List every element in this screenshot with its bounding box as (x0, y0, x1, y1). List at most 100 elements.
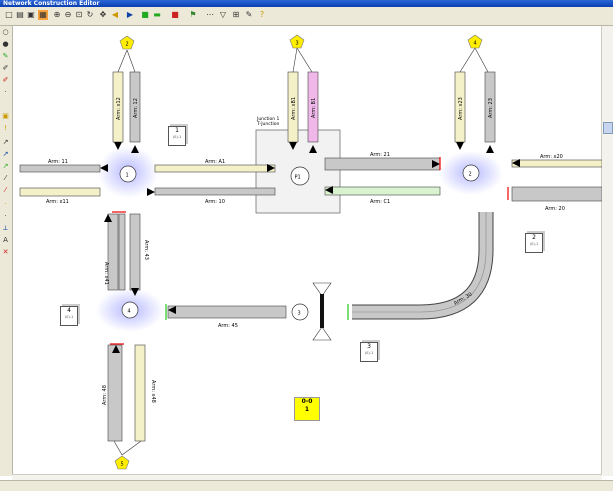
zoom-out-icon[interactable]: ⊖ (63, 10, 73, 20)
open-icon[interactable]: ▤ (15, 10, 25, 20)
node-3[interactable]: 3 (291, 303, 309, 321)
draw-tool-icon[interactable]: ⁄ (1, 174, 10, 183)
refresh-icon[interactable]: ↻ (85, 10, 95, 20)
cycle-clock[interactable]: 0-0 1 (294, 397, 320, 421)
point-tool-icon[interactable]: · (1, 88, 10, 97)
svg-text:4: 4 (128, 309, 131, 315)
arm-x11[interactable]: Arm: x11 (19, 187, 101, 205)
svg-text:Arm: 12: Arm: 12 (133, 98, 139, 118)
zoom-fit-icon[interactable]: ⊡ (74, 10, 84, 20)
arm-43[interactable]: Arm: 43 (129, 213, 149, 291)
svg-text:Arm: x23: Arm: x23 (458, 97, 464, 120)
delete-tool-icon[interactable]: ✕ (1, 248, 10, 257)
arm-xB1[interactable]: Arm: xB1 (287, 71, 299, 143)
node-tool-icon[interactable]: ● (1, 40, 10, 49)
svg-text:Arm: 11: Arm: 11 (48, 159, 68, 165)
node-4[interactable]: 4 (121, 301, 139, 319)
brush-tool-icon[interactable]: ✐ (1, 64, 10, 73)
arm-23[interactable]: Arm: 23 (484, 71, 496, 143)
svg-text:Arm: x41: Arm: x41 (103, 262, 109, 285)
yield-tool-icon[interactable]: · (1, 200, 10, 209)
svg-text:2: 2 (126, 42, 129, 48)
save-icon[interactable]: ▣ (26, 10, 36, 20)
arrow-right-icon[interactable]: ▶ (125, 10, 135, 20)
zone-3[interactable]: 3 (0)-1 (360, 342, 378, 362)
svg-text:P1: P1 (295, 175, 301, 181)
tool-icon[interactable]: ✎ (244, 10, 254, 20)
arm-x41[interactable]: Arm: x41 (103, 213, 126, 291)
svg-text:Arm: x11: Arm: x11 (46, 199, 69, 205)
pen-tool-icon[interactable]: ✎ (1, 52, 10, 61)
toolbar: □ ▤ ▣ ▦ ⊕ ⊖ ⊡ ↻ ✥ ◀ ▶ ■ ▬ ■ ⚑ ⋯ ▽ ⊞ ✎ ? (0, 7, 613, 26)
svg-text:Arm: C1: Arm: C1 (370, 199, 390, 205)
select-tool-icon[interactable]: ○ (1, 28, 10, 37)
zone-4[interactable]: 4 (0)-1 (60, 306, 78, 326)
pentagon-bottom[interactable]: 5 (114, 455, 130, 470)
svg-text:Arm: 21: Arm: 21 (370, 152, 390, 158)
arm-x48[interactable]: Arm: x48 (134, 344, 156, 442)
node-1[interactable]: 1 (119, 165, 137, 183)
signal-tool-icon[interactable]: ▣ (1, 112, 10, 121)
line-icon[interactable]: ⋯ (205, 10, 215, 20)
color-red-icon[interactable]: ■ (170, 10, 180, 20)
mark-tool-icon[interactable]: · (1, 212, 10, 221)
arm-20[interactable]: Arm: 20 (511, 186, 602, 212)
grid-icon[interactable]: ⊞ (231, 10, 241, 20)
pentagon-top-3[interactable]: 4 (467, 34, 483, 49)
svg-text:Arm: 10: Arm: 10 (205, 199, 225, 205)
link-tool-icon[interactable]: ↗ (1, 150, 10, 159)
filter-icon[interactable]: ▽ (218, 10, 228, 20)
svg-text:Arm: B1: Arm: B1 (311, 98, 317, 118)
node-2[interactable]: 2 (462, 164, 480, 182)
help-icon[interactable]: ? (257, 10, 267, 20)
text-tool-icon[interactable]: A (1, 236, 10, 245)
arm-11[interactable]: Arm: 11 (19, 159, 101, 173)
svg-text:Arm: 48: Arm: 48 (102, 385, 108, 405)
arm-B1[interactable]: Arm: B1 (307, 71, 319, 143)
scroll-thumb[interactable] (603, 122, 613, 134)
flag-icon[interactable]: ⚑ (188, 10, 198, 20)
stop-tool-icon[interactable]: ⁄ (1, 186, 10, 195)
new-icon[interactable]: □ (4, 10, 14, 20)
arm-12[interactable]: Arm: 12 (129, 71, 141, 143)
pan-icon[interactable]: ✥ (98, 10, 108, 20)
warning-tool-icon[interactable]: ! (1, 124, 10, 133)
zone-2[interactable]: 2 (0)-1 (525, 233, 543, 253)
arm-C1[interactable]: Arm: C1 (324, 186, 441, 205)
zoom-in-icon[interactable]: ⊕ (52, 10, 62, 20)
marker-tool-icon[interactable]: ✐ (1, 76, 10, 85)
arm-tool-icon[interactable]: ↗ (1, 138, 10, 147)
zone-1[interactable]: 1 (0)-1 (168, 126, 186, 146)
svg-text:Arm: 23: Arm: 23 (488, 98, 494, 118)
title-bar: Network Construction Editor (0, 0, 613, 7)
arm-45[interactable]: Arm: 45 (167, 305, 287, 329)
svg-text:4: 4 (474, 41, 477, 47)
svg-text:Arm: x12: Arm: x12 (116, 97, 122, 120)
arm-21[interactable]: Arm: 21 (324, 152, 441, 171)
svg-text:5: 5 (121, 462, 124, 468)
svg-text:Arm: x20: Arm: x20 (540, 154, 563, 160)
pentagon-top-1[interactable]: 2 (119, 35, 135, 50)
svg-text:2: 2 (469, 172, 472, 178)
svg-text:Arm: x48: Arm: x48 (150, 380, 156, 403)
node-p1[interactable]: P1 (290, 166, 310, 186)
pentagon-top-2[interactable]: 3 (289, 34, 305, 49)
print-icon[interactable]: ▦ (38, 10, 48, 20)
color-green-icon[interactable]: ■ (140, 10, 150, 20)
arm-30[interactable]: Arm: 30 (352, 212, 494, 320)
color-green2-icon[interactable]: ▬ (152, 10, 162, 20)
arm-x23[interactable]: Arm: x23 (454, 71, 466, 143)
arm-x20[interactable]: Arm: x20 (511, 154, 602, 168)
lane-tool-icon[interactable]: ↗ (1, 162, 10, 171)
signal-head[interactable] (312, 282, 332, 341)
svg-text:Arm: A1: Arm: A1 (205, 159, 225, 165)
arm-48[interactable]: Arm: 48 (102, 344, 123, 442)
svg-text:Arm: xB1: Arm: xB1 (291, 97, 297, 120)
svg-text:Arm: 45: Arm: 45 (218, 323, 238, 329)
measure-tool-icon[interactable]: ⟂ (1, 224, 10, 233)
vertical-scrollbar[interactable] (601, 26, 613, 476)
junction-type: T-Junction (257, 122, 280, 127)
clock-time: 0-0 (301, 398, 313, 405)
arrow-left-icon[interactable]: ◀ (110, 10, 120, 20)
arm-x12[interactable]: Arm: x12 (112, 71, 124, 143)
